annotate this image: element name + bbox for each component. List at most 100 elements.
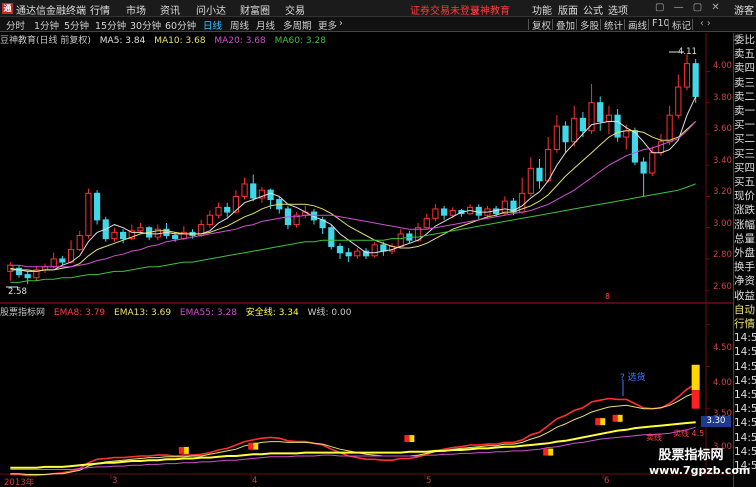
current-value-badge: 3.30 [701,416,731,427]
chart-canvas[interactable] [0,0,733,487]
x-axis-label: 2013年 [4,478,35,487]
quote-panel-item: 14:50 [734,346,756,359]
candle-up [571,117,578,143]
quote-panel-item: 14:50 [734,417,756,430]
candle-up [527,167,534,194]
watermark: 股票指标网 www.7gpzb.com [649,448,751,478]
high-price-label: 4.11 [678,47,697,57]
quote-panel-item: 14:50 [734,403,756,416]
quote-panel-item: 委比 [734,34,755,46]
quote-panel-item: 收益 [734,289,755,302]
candle-down [224,206,231,213]
sell-line-label: 卖线 [646,433,662,442]
price-tick: 3.20 [713,187,732,197]
candle-down [172,235,179,240]
watermark-url: www.7gpzb.com [649,464,751,477]
buy-marker-block [404,435,410,443]
buy-marker-block [595,418,601,426]
quote-panel: 委比 卖五 卖四 卖三 卖二 卖一 买一 买二 买三 买四 买五 现价 涨跌 涨幅 总量 外盘 换手 净资 收益 自动… [733,33,756,487]
buy-marker-block [183,446,189,454]
quote-panel-item: 卖二 [734,90,755,103]
candle-down [267,189,274,201]
quote-panel-item: 卖三 [734,76,755,89]
candle-down [536,167,543,182]
quote-panel-item: 现价 [734,190,755,203]
candle-down [597,102,604,122]
candle-down [692,63,699,97]
sell-line-label-2: 卖线 4.5 [673,429,705,438]
marker-text: 8 [605,292,611,301]
candle-down [250,183,257,199]
candle-up [623,130,630,138]
price-tick: 2.60 [713,282,732,292]
price-tick: 2.80 [713,250,732,260]
candle-up [545,149,552,182]
main-chart-layer [6,51,699,288]
sub-tick: 4.00 [713,378,732,388]
quote-panel-item: 净资 [734,275,755,288]
buy-marker-block [617,414,623,422]
quote-panel-item: 14:50 [734,431,756,444]
candle-down [93,192,101,221]
buy-marker-block [548,448,554,456]
candle-down [380,244,387,252]
quote-panel-item: 涨幅 [734,218,755,231]
buy-marker-block [612,414,618,422]
quote-panel-item: 14:50 [734,360,756,373]
candle-up [657,141,665,154]
buy-marker-block [248,442,254,450]
select-stock-label[interactable]: ? 选货 [620,370,646,383]
candle-down [440,208,448,216]
candle-down [336,245,344,254]
candle-down [345,252,352,257]
candle-up [605,114,613,122]
quote-panel-item: 买五 [734,176,755,189]
x-axis-label: 6 [604,476,610,486]
signal-bar [691,390,700,409]
price-tick: 3.60 [713,124,732,134]
candle-up [241,183,248,197]
candle-down [24,274,31,279]
sub-tick: 4.50 [713,343,732,353]
buy-marker-block [543,448,549,456]
candle-up [215,206,222,216]
quote-panel-item: 14:50 [734,374,756,387]
candle-up [354,250,361,257]
quote-panel-item: 涨跌 [734,204,755,217]
quote-panel-item: 买一 [734,119,755,132]
candle-up [649,152,656,174]
quote-panel-item: 总量 [734,232,755,245]
candle-down [579,117,586,132]
signal-bar [691,364,700,391]
quote-panel-item: 14:50 [734,445,756,458]
buy-marker-block [253,442,259,450]
candle-up [85,192,92,236]
candle-up [232,195,239,213]
candle-down [631,130,639,163]
sub-chart-layer [10,364,700,477]
price-tick: 3.80 [713,93,732,103]
candle-down [328,227,335,247]
candle-up [666,114,673,143]
x-axis-label: 3 [112,476,118,486]
candle-up [683,63,691,88]
x-axis-label: 5 [426,476,432,486]
menu-guest[interactable]: 游客 [734,2,754,17]
candle-up [206,214,213,226]
buy-marker-block [178,446,184,454]
quote-panel-item: 14:50 [734,389,756,402]
candle-up [137,227,144,232]
buy-marker-block [600,418,606,426]
candle-up [675,86,682,116]
ma-line-ma20 [10,121,697,268]
quote-panel-item: 卖五 [734,48,755,61]
quote-panel-item: 换手 [734,261,755,274]
candle-down [640,161,647,174]
candle-up [449,210,456,216]
candle-down [120,231,127,240]
price-tick: 3.00 [713,219,732,229]
price-tick: 4.00 [713,61,732,71]
buy-marker-block [409,435,415,443]
price-tick: 3.40 [713,156,732,166]
x-axis-label: 4 [252,476,258,486]
